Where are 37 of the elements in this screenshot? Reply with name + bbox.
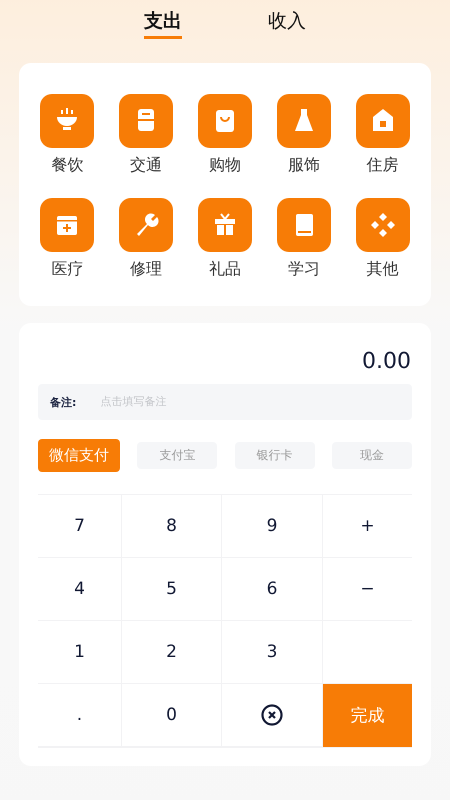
keypad-key[interactable]: 1 — [38, 621, 122, 684]
category-label: 修理 — [130, 259, 162, 280]
book-icon[interactable] — [276, 198, 331, 252]
keypad-key[interactable]: 9 — [222, 495, 323, 558]
keypad-key[interactable]: 0 — [122, 684, 222, 747]
category-label: 交通 — [130, 155, 162, 176]
keypad-key[interactable]: 7 — [38, 495, 122, 558]
keypad-key[interactable]: 5 — [122, 558, 222, 621]
dress-icon[interactable] — [276, 94, 331, 148]
keypad-key[interactable]: 4 — [38, 558, 122, 621]
delete-icon — [261, 704, 283, 726]
keypad-key[interactable]: 8 — [122, 495, 222, 558]
category-label: 学习 — [288, 259, 320, 280]
gift-icon[interactable] — [198, 198, 252, 252]
bag-icon[interactable] — [198, 94, 252, 148]
amount: 0.00 — [361, 348, 412, 376]
tab[interactable]: 支出 — [144, 6, 182, 39]
category-label: 住房 — [366, 155, 399, 176]
category-label: 购物 — [208, 155, 241, 176]
category-label: 服饰 — [288, 155, 320, 176]
house-icon[interactable] — [356, 94, 410, 148]
keypad-key[interactable]: . — [38, 684, 122, 747]
category-label: 礼品 — [208, 259, 241, 280]
bowl-icon[interactable] — [40, 94, 94, 148]
keypad-key[interactable]: 2 — [122, 621, 222, 684]
category-label: 医疗 — [51, 259, 84, 280]
note-label: 备注: — [50, 394, 76, 410]
keypad-key[interactable]: 3 — [222, 621, 323, 684]
category-label: 其他 — [366, 259, 399, 280]
keypad-key[interactable]: 6 — [222, 558, 323, 621]
delete-key[interactable] — [222, 684, 323, 747]
calendar-plus-icon[interactable] — [40, 198, 94, 252]
diamonds-icon[interactable] — [356, 198, 410, 252]
wrench-icon[interactable] — [119, 198, 174, 252]
bus-icon[interactable] — [119, 94, 174, 148]
category-label: 餐饮 — [51, 155, 84, 176]
tab[interactable]: 收入 — [268, 6, 306, 39]
